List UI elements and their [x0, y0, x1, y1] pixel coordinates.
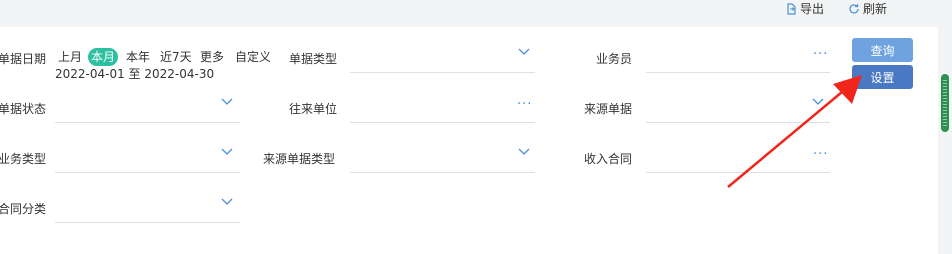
annotation-arrow	[727, 75, 862, 188]
